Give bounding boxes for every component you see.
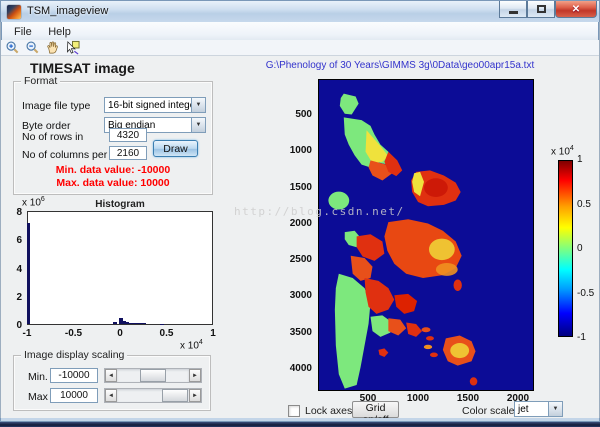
map-y-ticks: 5001000150020002500300035004000 — [284, 109, 312, 374]
slider-thumb[interactable] — [162, 389, 188, 402]
close-button[interactable]: ✕ — [555, 1, 597, 18]
hist-x-ticks: -1-0.500.51 — [13, 328, 227, 339]
slider-thumb[interactable] — [140, 369, 166, 382]
world-map-image — [319, 80, 533, 390]
hist-y-ticks: 86420 — [0, 207, 22, 331]
file-type-label: Image file type — [22, 100, 90, 112]
chevron-down-icon: ▼ — [196, 122, 202, 128]
pan-hand-icon[interactable] — [44, 40, 60, 55]
file-type-dropdown[interactable]: 16-bit signed integer ▼ — [104, 97, 206, 113]
chevron-down-icon: ▼ — [553, 406, 559, 412]
app-window: TSM_imageview ✕ File Help TIMESAT image … — [0, 0, 600, 427]
scale-max-label: Max — [28, 391, 48, 403]
histogram-bar — [142, 323, 146, 324]
file-path-label: G:\Phenology of 30 Years\GIMMS 3g\0Data\… — [250, 60, 550, 71]
draw-button[interactable]: Draw — [153, 140, 198, 157]
scaling-groupbox: Image display scaling Min. ◄ ► Max ◄ ► — [13, 355, 211, 411]
grid-onoff-button[interactable]: Grid on/off — [352, 401, 399, 418]
max-data-value-note: Max. data value: 10000 — [14, 177, 212, 189]
minimize-icon — [509, 11, 518, 14]
color-scale-value: jet — [515, 402, 548, 416]
tool-bar — [1, 40, 599, 56]
cols-input[interactable] — [109, 146, 147, 160]
cols-label: No of columns per — [22, 149, 107, 161]
slider-left-arrow-icon[interactable]: ◄ — [105, 369, 117, 382]
lock-axes-checkbox[interactable] — [288, 405, 300, 417]
taskbar-sliver — [0, 422, 600, 427]
map-image-axes[interactable] — [318, 79, 534, 391]
rows-input[interactable] — [109, 128, 147, 142]
minimize-button[interactable] — [499, 1, 527, 18]
min-data-value-note: Min. data value: -10000 — [14, 164, 212, 176]
colorbar-ticks: 10.50-0.5-1 — [577, 154, 600, 343]
page-title: TIMESAT image — [30, 60, 135, 76]
scale-max-slider[interactable]: ◄ ► — [104, 388, 202, 403]
scale-max-input[interactable] — [50, 388, 98, 403]
data-cursor-icon[interactable] — [64, 40, 80, 55]
matlab-app-icon — [7, 5, 21, 19]
hist-title: Histogram — [27, 199, 213, 210]
menu-help[interactable]: Help — [42, 24, 77, 40]
scale-min-label: Min. — [28, 371, 48, 383]
scale-min-input[interactable] — [50, 368, 98, 383]
color-scale-label: Color scale: — [462, 405, 517, 417]
maximize-icon — [537, 5, 546, 13]
scale-min-slider[interactable]: ◄ ► — [104, 368, 202, 383]
hist-x-exponent: x 104 — [180, 339, 203, 351]
slider-left-arrow-icon[interactable]: ◄ — [105, 389, 117, 402]
format-group-label: Format — [21, 75, 60, 87]
lock-axes-label: Lock axes — [305, 405, 352, 417]
histogram-bar — [27, 223, 30, 324]
zoom-out-icon[interactable] — [24, 40, 40, 55]
jet-colorbar — [558, 160, 573, 337]
rows-label: No of rows in — [22, 131, 83, 143]
slider-right-arrow-icon[interactable]: ► — [189, 389, 201, 402]
window-title: TSM_imageview — [27, 5, 108, 17]
window-controls: ✕ — [499, 1, 597, 18]
colorbar-exponent: x 104 — [551, 145, 574, 157]
color-scale-dropdown[interactable]: jet ▼ — [514, 401, 563, 417]
file-type-value: 16-bit signed integer — [105, 98, 191, 112]
zoom-in-icon[interactable] — [4, 40, 20, 55]
format-groupbox: Format Image file type 16-bit signed int… — [13, 81, 213, 195]
maximize-button[interactable] — [527, 1, 555, 18]
histogram-plot — [27, 211, 213, 325]
chevron-down-icon: ▼ — [196, 102, 202, 108]
slider-right-arrow-icon[interactable]: ► — [189, 369, 201, 382]
scaling-group-label: Image display scaling — [21, 349, 127, 361]
menu-file[interactable]: File — [8, 24, 38, 40]
menu-bar: File Help — [1, 22, 599, 40]
histogram-bar — [113, 322, 117, 324]
close-icon: ✕ — [572, 4, 580, 15]
